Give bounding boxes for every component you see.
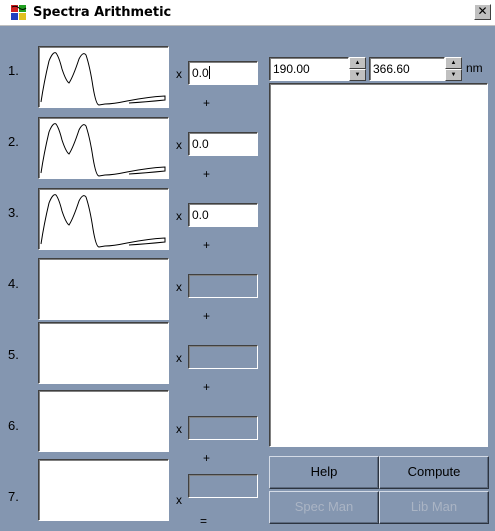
range-unit: nm (466, 61, 483, 75)
plus-symbol-6: + (203, 451, 211, 465)
spectrum-thumbnail-1[interactable] (38, 46, 169, 108)
range-start-spinner[interactable]: ▲ ▼ (349, 57, 366, 81)
spin-down-icon[interactable]: ▼ (445, 69, 462, 81)
plus-symbol-3: + (203, 238, 211, 252)
window-title: Spectra Arithmetic (33, 5, 172, 20)
row-number-3: 3. (8, 205, 19, 220)
close-icon: ✕ (477, 4, 488, 18)
times-symbol-5: x (176, 351, 182, 365)
times-symbol-6: x (176, 422, 182, 436)
coefficient-input-2[interactable]: 0.0 (188, 132, 258, 156)
result-spectrum-plot[interactable] (269, 83, 488, 447)
spectrum-thumbnail-6[interactable] (38, 390, 169, 452)
row-number-2: 2. (8, 134, 19, 149)
plus-symbol-5: + (203, 380, 211, 394)
row-number-4: 4. (8, 276, 19, 291)
coefficient-value-1: 0.0 (192, 66, 209, 80)
spectrum-thumbnail-5[interactable] (38, 322, 169, 384)
coefficient-value-3: 0.0 (192, 208, 209, 222)
close-button[interactable]: ✕ (474, 4, 491, 20)
coefficient-input-3[interactable]: 0.0 (188, 203, 258, 227)
range-end-spinner[interactable]: ▲ ▼ (445, 57, 462, 81)
spectrum-thumbnail-4[interactable] (38, 258, 169, 320)
times-symbol-4: x (176, 280, 182, 294)
coefficient-input-5[interactable] (188, 345, 258, 369)
range-start-value: 190.00 (273, 62, 310, 76)
help-button[interactable]: Help (269, 456, 379, 489)
spectrum-curve-3 (40, 194, 166, 248)
coefficient-value-2: 0.0 (192, 137, 209, 151)
spectrum-curve-2 (40, 123, 166, 177)
lib-man-button[interactable]: Lib Man (379, 491, 489, 524)
text-caret (208, 66, 210, 79)
coefficient-input-7[interactable] (188, 474, 258, 498)
spectrum-thumbnail-7[interactable] (38, 459, 169, 521)
spin-up-icon[interactable]: ▲ (349, 57, 366, 69)
row-number-6: 6. (8, 418, 19, 433)
spin-up-icon[interactable]: ▲ (445, 57, 462, 69)
title-bar[interactable]: Spectra Arithmetic ✕ (0, 0, 495, 26)
spectrum-thumbnail-3[interactable] (38, 188, 169, 250)
range-end-input[interactable]: 366.60 (369, 57, 445, 81)
compute-button[interactable]: Compute (379, 456, 489, 489)
times-symbol-7: x (176, 493, 182, 507)
range-end-value: 366.60 (373, 62, 410, 76)
plus-symbol-4: + (203, 309, 211, 323)
coefficient-input-6[interactable] (188, 416, 258, 440)
plus-symbol-1: + (203, 96, 211, 110)
row-number-1: 1. (8, 63, 19, 78)
range-start-input[interactable]: 190.00 (269, 57, 349, 81)
spectrum-thumbnail-2[interactable] (38, 117, 169, 179)
times-symbol-2: x (176, 138, 182, 152)
plus-symbol-2: + (203, 167, 211, 181)
row-number-5: 5. (8, 347, 19, 362)
spin-down-icon[interactable]: ▼ (349, 69, 366, 81)
equals-symbol: = (200, 514, 208, 528)
row-number-7: 7. (8, 489, 19, 504)
spectrum-curve-1 (40, 52, 166, 106)
times-symbol-3: x (176, 209, 182, 223)
coefficient-input-4[interactable] (188, 274, 258, 298)
spec-man-button[interactable]: Spec Man (269, 491, 379, 524)
app-icon (11, 5, 27, 20)
times-symbol-1: x (176, 67, 182, 81)
coefficient-input-1[interactable]: 0.0 (188, 61, 258, 85)
